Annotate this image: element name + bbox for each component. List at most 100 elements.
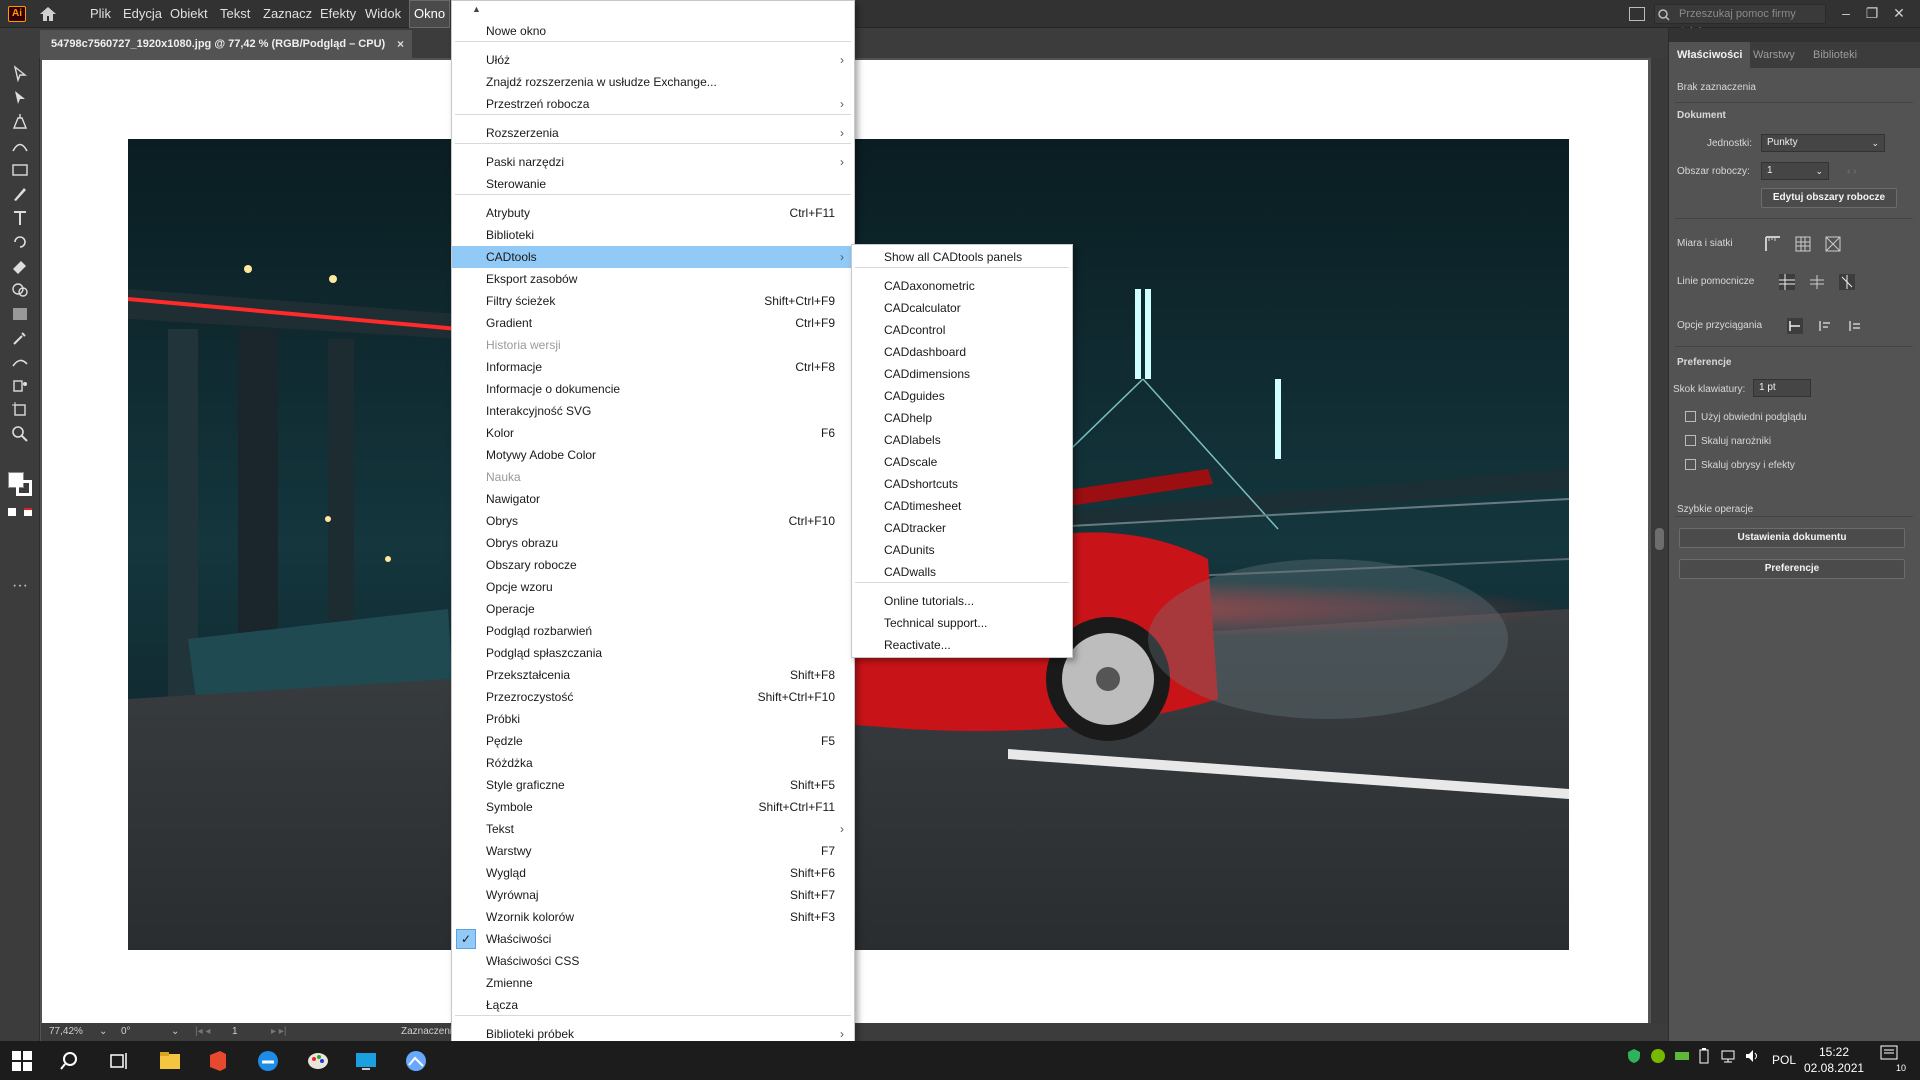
menu-item[interactable]: Operacje xyxy=(452,598,854,620)
menu-item[interactable]: Motywy Adobe Color xyxy=(452,444,854,466)
menu-item[interactable]: Filtry ścieżek Shift+Ctrl+F9 xyxy=(452,290,854,312)
menu-item[interactable]: Przekształcenia Shift+F8 xyxy=(452,664,854,686)
menu-item[interactable]: CADtools › xyxy=(452,246,854,268)
menu-item[interactable]: Łącza xyxy=(452,994,854,1016)
cadtools-menu-item[interactable]: CADhelp xyxy=(852,407,1072,429)
cadtools-menu-item[interactable]: CADcalculator xyxy=(852,297,1072,319)
blend-tool-icon[interactable] xyxy=(10,352,30,372)
rotate-tool-icon[interactable] xyxy=(10,232,30,252)
menu-item[interactable]: Właściwości CSS xyxy=(452,950,854,972)
edit-artboards-button[interactable]: Edytuj obszary robocze xyxy=(1761,188,1897,208)
menu-tekst[interactable]: Tekst xyxy=(216,0,254,28)
menu-item[interactable]: Rozszerzenia › xyxy=(452,122,854,144)
menu-item[interactable]: Sterowanie xyxy=(452,173,854,195)
menu-item[interactable]: Pędzle F5 xyxy=(452,730,854,752)
clock[interactable]: 15:22 02.08.2021 xyxy=(1804,1044,1864,1076)
gradient-tool-icon[interactable] xyxy=(10,304,30,324)
menu-item[interactable]: Różdżka xyxy=(452,752,854,774)
menu-zaznacz[interactable]: Zaznacz xyxy=(259,0,316,28)
menu-item[interactable]: Tekst › xyxy=(452,818,854,840)
cadtools-menu-item[interactable]: Show all CADtools panels xyxy=(852,246,1072,268)
cadtools-menu-item[interactable]: CADlabels xyxy=(852,429,1072,451)
notification-center-icon[interactable] xyxy=(1880,1041,1902,1080)
curvature-tool-icon[interactable] xyxy=(10,136,30,156)
color-mode-icon[interactable] xyxy=(8,508,16,516)
menu-item[interactable]: Przestrzeń robocza › xyxy=(452,93,854,115)
input-language[interactable]: POL xyxy=(1772,1041,1796,1080)
type-tool-icon[interactable] xyxy=(10,208,30,228)
cadtools-menu-item[interactable]: CADdashboard xyxy=(852,341,1072,363)
cadtools-menu-item[interactable]: CADunits xyxy=(852,539,1072,561)
cadtools-menu-item[interactable]: Online tutorials... xyxy=(852,590,1072,612)
menu-item[interactable]: Paski narzędzi › xyxy=(452,151,854,173)
cadtools-menu-item[interactable]: Reactivate... xyxy=(852,634,1072,656)
zoom-dropdown-icon[interactable]: ⌄ xyxy=(99,1023,107,1041)
artboard-nav-arrows-icon[interactable]: ‹ › xyxy=(1847,166,1856,177)
next-artboard-icon[interactable]: ▸ ▸| xyxy=(271,1023,286,1041)
menu-obiekt[interactable]: Obiekt xyxy=(166,0,212,28)
use-preview-bounds-checkbox[interactable]: Użyj obwiedni podglądu xyxy=(1685,411,1807,423)
preferences-button[interactable]: Preferencje xyxy=(1679,559,1905,579)
minimize-button[interactable]: – xyxy=(1835,3,1857,23)
menu-item[interactable]: Obrys Ctrl+F10 xyxy=(452,510,854,532)
scale-strokes-effects-checkbox[interactable]: Skaluj obrysy i efekty xyxy=(1685,459,1795,471)
menu-plik[interactable]: Plik xyxy=(86,0,115,28)
menu-item[interactable]: Wzornik kolorów Shift+F3 xyxy=(452,906,854,928)
tab-properties[interactable]: Właściwości xyxy=(1669,42,1751,68)
checkbox-box[interactable] xyxy=(1685,411,1696,422)
close-window-button[interactable]: ✕ xyxy=(1888,3,1910,23)
menu-item[interactable]: Podgląd rozbarwień xyxy=(452,620,854,642)
symbol-sprayer-tool-icon[interactable] xyxy=(10,376,30,396)
artboard-select[interactable]: 1 ⌄ xyxy=(1761,162,1829,180)
rulers-icon[interactable] xyxy=(1763,234,1785,254)
stroke-color-swatch[interactable] xyxy=(16,480,32,496)
menu-item[interactable]: Obszary robocze xyxy=(452,554,854,576)
document-tab[interactable]: 54798c7560727_1920x1080.jpg @ 77,42 % (R… xyxy=(40,30,412,58)
vertical-scroll-thumb[interactable] xyxy=(1655,528,1664,550)
document-setup-button[interactable]: Ustawienia dokumentu xyxy=(1679,528,1905,548)
none-mode-icon[interactable] xyxy=(24,508,32,516)
restore-button[interactable]: ❐ xyxy=(1861,3,1883,23)
pixel-grid-icon[interactable] xyxy=(1837,272,1859,292)
menu-item[interactable]: Podgląd spłaszczania xyxy=(452,642,854,664)
scale-corners-checkbox[interactable]: Skaluj narożniki xyxy=(1685,435,1771,447)
cadtools-menu-item[interactable]: Technical support... xyxy=(852,612,1072,634)
menu-item[interactable]: Biblioteki xyxy=(452,224,854,246)
scroll-up-icon[interactable]: ▲ xyxy=(472,4,481,14)
cadtools-menu-item[interactable]: CADdimensions xyxy=(852,363,1072,385)
smart-guides-icon[interactable] xyxy=(1807,272,1829,292)
eyedropper-tool-icon[interactable] xyxy=(10,328,30,348)
battery-icon[interactable] xyxy=(1698,1041,1710,1080)
file-explorer-icon[interactable] xyxy=(158,1049,182,1073)
menu-okno[interactable]: Okno xyxy=(409,0,451,28)
guides-icon[interactable] xyxy=(1777,272,1799,292)
grid-icon[interactable] xyxy=(1793,234,1815,254)
cadtools-menu-item[interactable]: CADaxonometric xyxy=(852,275,1072,297)
zoom-level[interactable]: 77,42% xyxy=(49,1023,83,1041)
help-search-input[interactable]: Przeszukaj pomoc firmy Adobe xyxy=(1654,4,1826,38)
more-tools-icon[interactable]: ··· xyxy=(10,578,30,600)
menu-item[interactable]: Gradient Ctrl+F9 xyxy=(452,312,854,334)
menu-item[interactable]: Zmienne xyxy=(452,972,854,994)
tab-layers[interactable]: Warstwy xyxy=(1745,42,1803,68)
menu-item[interactable]: Interakcyjność SVG xyxy=(452,400,854,422)
menu-item[interactable]: Wyrównaj Shift+F7 xyxy=(452,884,854,906)
checkbox-box[interactable] xyxy=(1685,459,1696,470)
menu-item[interactable]: Nawigator xyxy=(452,488,854,510)
home-icon[interactable] xyxy=(38,5,58,23)
menu-edycja[interactable]: Edycja xyxy=(119,0,166,28)
menu-item[interactable]: Informacje o dokumencie xyxy=(452,378,854,400)
cadtools-menu-item[interactable]: CADtracker xyxy=(852,517,1072,539)
eraser-tool-icon[interactable] xyxy=(10,256,30,276)
menu-widok[interactable]: Widok xyxy=(361,0,405,28)
snap-to-pixel-icon[interactable] xyxy=(1815,316,1837,336)
office-icon[interactable] xyxy=(206,1049,230,1073)
network-icon[interactable] xyxy=(1720,1041,1736,1080)
remote-desktop-icon[interactable] xyxy=(354,1049,378,1073)
menu-item[interactable]: Nowe okno xyxy=(452,20,854,42)
menu-item[interactable]: Eksport zasobów xyxy=(452,268,854,290)
rotation-dropdown-icon[interactable]: ⌄ xyxy=(171,1023,179,1041)
rotation-value[interactable]: 0° xyxy=(121,1023,131,1041)
edge-legacy-icon[interactable] xyxy=(256,1049,280,1073)
artboard-number[interactable]: 1 xyxy=(232,1023,238,1041)
